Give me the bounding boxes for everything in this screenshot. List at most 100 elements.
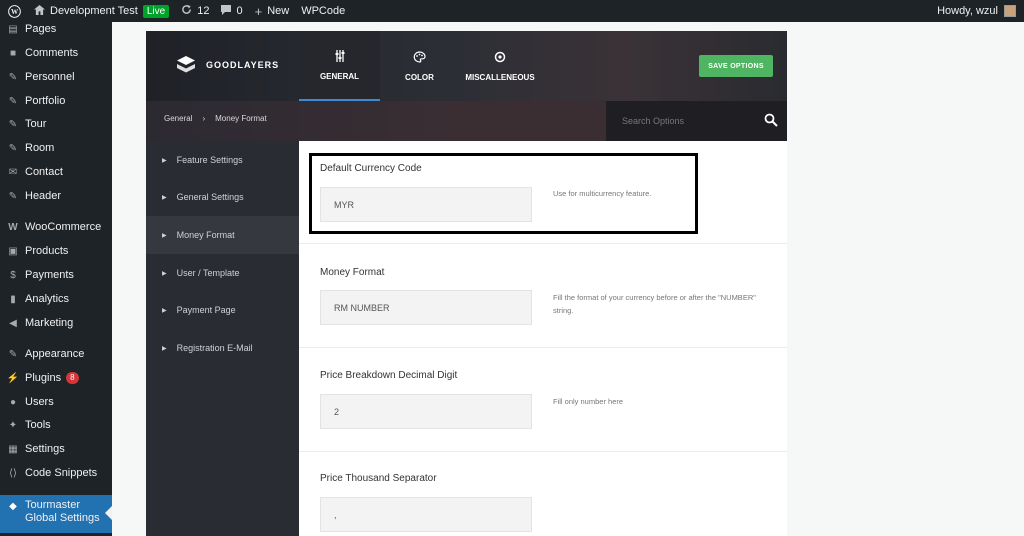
sidebar-item-tourmaster-global-settings[interactable]: ◆ Tourmaster Global Settings: [0, 495, 112, 533]
save-options-button[interactable]: SAVE OPTIONS: [699, 55, 773, 77]
sidebar-item-users[interactable]: ● Users: [0, 391, 112, 413]
goodlayers-logo: GOODLAYERS: [176, 55, 279, 75]
plus-icon: +: [254, 3, 263, 19]
field-label: Price Thousand Separator: [320, 473, 437, 484]
sidebar-item-tools[interactable]: ✦ Tools: [0, 414, 112, 436]
comments-count: 0: [236, 5, 243, 17]
pin-icon: ✎: [8, 142, 18, 154]
field-money-format: Money Format Fill the format of your cur…: [299, 244, 787, 348]
site-name: Development Test: [50, 5, 138, 17]
tab-miscalleneous[interactable]: MISCALLENEOUS: [460, 31, 540, 101]
new-label: New: [267, 5, 290, 17]
caret-right-icon: ▶: [162, 157, 167, 164]
avatar: [1004, 5, 1016, 17]
current-menu-line1: Tourmaster: [25, 499, 81, 511]
sidebar-item-pages[interactable]: ▤ Pages: [0, 18, 112, 40]
search-icon[interactable]: [764, 113, 778, 127]
comments-link[interactable]: 0: [215, 0, 248, 22]
field-label: Price Breakdown Decimal Digit: [320, 370, 458, 381]
nav-item-money-format[interactable]: ▶ Money Format: [146, 216, 299, 254]
breadcrumb-separator: ›: [202, 114, 206, 123]
admin-bar: W Development Test Live 12 0 + New WPCod…: [0, 0, 1024, 22]
default-currency-code-input[interactable]: [320, 187, 532, 222]
caret-right-icon: ▶: [162, 232, 167, 239]
sidebar-item-settings[interactable]: ▦ Settings: [0, 438, 112, 460]
live-badge: Live: [142, 4, 170, 18]
field-description: Use for multicurrency feature.: [553, 189, 652, 198]
current-menu-line2: Global Settings: [25, 512, 100, 524]
dollar-icon: $: [10, 269, 16, 281]
home-icon: [34, 4, 45, 18]
sidebar-item-header[interactable]: ✎ Header: [0, 185, 112, 207]
field-price-breakdown-decimal-digit: Price Breakdown Decimal Digit Fill only …: [299, 348, 787, 452]
breadcrumb-parent[interactable]: General: [164, 114, 192, 123]
updates-link[interactable]: 12: [175, 0, 215, 22]
goodlayers-logo-icon: [177, 56, 195, 73]
box-icon: ▣: [8, 245, 18, 257]
money-format-input[interactable]: [320, 290, 532, 325]
field-description: Fill only number here: [553, 397, 624, 406]
sidebar-item-tour[interactable]: ✎ Tour: [0, 113, 112, 135]
sliders-icon: ▦: [8, 443, 18, 455]
caret-right-icon: ▶: [162, 270, 167, 277]
tourmaster-icon: ◆: [9, 500, 17, 512]
nav-item-registration-email[interactable]: ▶ Registration E-Mail: [146, 329, 299, 367]
search-box: [606, 101, 787, 141]
field-label: Money Format: [320, 267, 385, 278]
sliders-icon: [334, 49, 346, 64]
wpcode-link[interactable]: WPCode: [295, 0, 351, 22]
comments-icon: ■: [9, 47, 17, 59]
sidebar-item-marketing[interactable]: ◀ Marketing: [0, 312, 112, 334]
code-icon: ⟨⟩: [9, 467, 17, 479]
caret-right-icon: ▶: [162, 194, 167, 201]
nav-item-payment-page[interactable]: ▶ Payment Page: [146, 291, 299, 329]
field-price-thousand-separator: Price Thousand Separator: [299, 452, 787, 536]
admin-sidebar: ▤ Pages ■ Comments ✎ Personnel ✎ Portfolio ✎…: [0, 22, 112, 536]
comment-icon: [221, 4, 232, 18]
sidebar-item-comments[interactable]: ■ Comments: [0, 42, 112, 64]
nav-item-general-settings[interactable]: ▶ General Settings: [146, 178, 299, 216]
pin-icon: ✎: [8, 190, 18, 202]
woo-icon: W: [8, 221, 18, 233]
sidebar-item-analytics[interactable]: ▮ Analytics: [0, 288, 112, 310]
sidebar-item-plugins[interactable]: ⚡ Plugins 8: [0, 367, 112, 389]
sidebar-item-contact[interactable]: ✉ Contact: [0, 161, 112, 183]
options-content: Default Currency Code Use for multicurre…: [299, 141, 787, 536]
updates-count: 12: [197, 5, 210, 17]
price-thousand-separator-input[interactable]: [320, 497, 532, 532]
wrench-icon: ✦: [8, 419, 18, 431]
sidebar-item-personnel[interactable]: ✎ Personnel: [0, 66, 112, 88]
sidebar-item-payments[interactable]: $ Payments: [0, 264, 112, 286]
options-panel-header: GOODLAYERS GENERAL COLOR MISCALLENEOUS S…: [146, 31, 787, 101]
caret-right-icon: ▶: [162, 345, 167, 352]
account-menu[interactable]: Howdy, wzul: [937, 5, 1024, 17]
caret-right-icon: ▶: [162, 307, 167, 314]
tab-color[interactable]: COLOR: [382, 31, 457, 101]
wpcode-label: WPCode: [301, 5, 346, 17]
search-options-input[interactable]: [622, 114, 752, 128]
sidebar-item-woocommerce[interactable]: W WooCommerce: [0, 216, 112, 238]
pages-icon: ▤: [8, 23, 18, 35]
envelope-icon: ✉: [8, 166, 18, 178]
tab-general[interactable]: GENERAL: [299, 31, 380, 101]
sidebar-item-portfolio[interactable]: ✎ Portfolio: [0, 90, 112, 112]
price-breakdown-decimal-digit-input[interactable]: [320, 394, 532, 429]
sidebar-item-appearance[interactable]: ✎ Appearance: [0, 343, 112, 365]
nav-item-user-template[interactable]: ▶ User / Template: [146, 254, 299, 292]
nav-item-feature-settings[interactable]: ▶ Feature Settings: [146, 141, 299, 179]
bar-chart-icon: ▮: [10, 293, 16, 305]
sidebar-item-products[interactable]: ▣ Products: [0, 240, 112, 262]
field-default-currency-code: Default Currency Code Use for multicurre…: [299, 141, 787, 244]
breadcrumb-current: Money Format: [215, 114, 267, 123]
breadcrumb: General › Money Format: [164, 114, 267, 123]
pin-icon: ✎: [8, 71, 18, 83]
sidebar-item-room[interactable]: ✎ Room: [0, 137, 112, 159]
megaphone-icon: ◀: [9, 317, 17, 329]
gear-icon: [494, 51, 506, 65]
new-content-link[interactable]: + New: [249, 0, 296, 22]
brush-icon: ✎: [8, 348, 18, 360]
plugins-update-badge: 8: [66, 372, 79, 384]
pin-icon: ✎: [8, 95, 18, 107]
sidebar-item-code-snippets[interactable]: ⟨⟩ Code Snippets: [0, 462, 112, 484]
howdy-text: Howdy, wzul: [937, 5, 998, 17]
